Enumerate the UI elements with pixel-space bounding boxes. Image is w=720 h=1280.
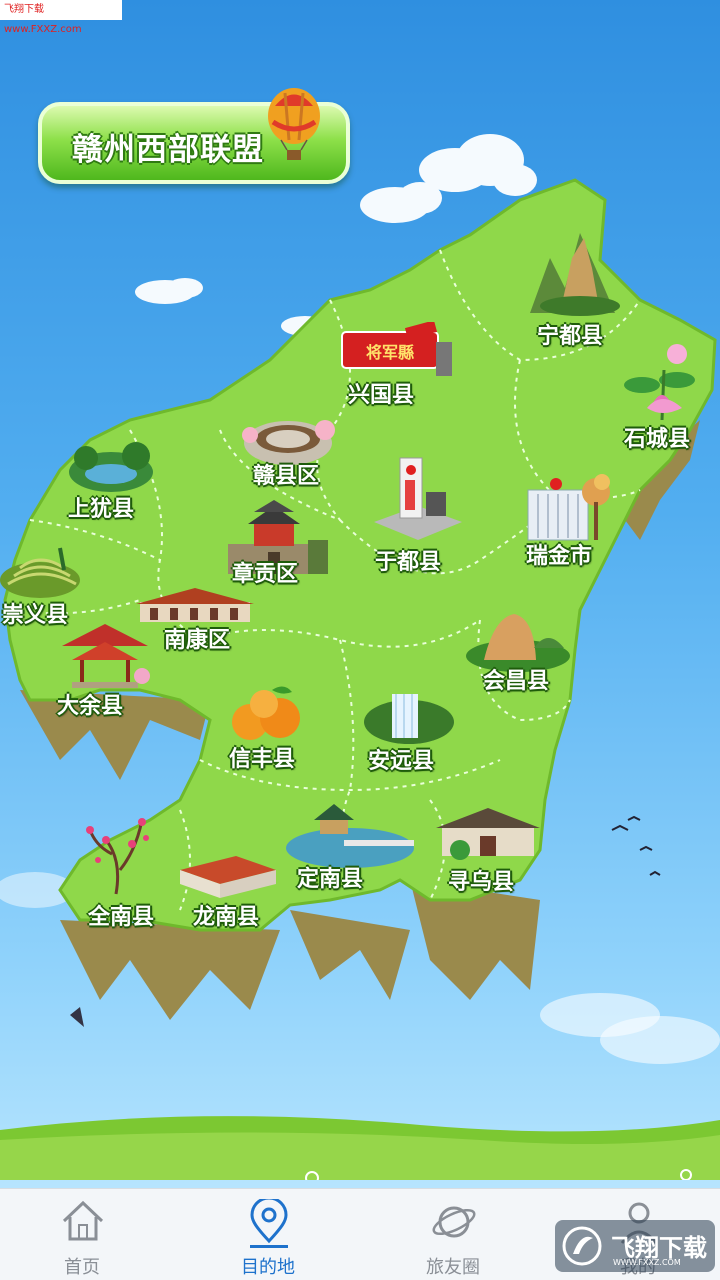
xingguo-sign-text: 将军縣 bbox=[366, 343, 414, 362]
fxxz-logo-icon bbox=[562, 1226, 602, 1266]
watermark-logo: 飞翔下载 WWW.FXXZ.COM bbox=[555, 1220, 715, 1272]
county-label-quannan[interactable]: 全南县 bbox=[88, 899, 154, 931]
tab-home[interactable]: 首页 bbox=[22, 1189, 142, 1280]
county-label-ganxian[interactable]: 赣县区 bbox=[253, 458, 319, 490]
county-label-xinfeng[interactable]: 信丰县 bbox=[229, 741, 295, 773]
ningdu-mountain-icon bbox=[530, 233, 620, 316]
page-title: 赣州西部联盟 bbox=[72, 132, 264, 168]
watermark-subtext: WWW.FXXZ.COM bbox=[613, 1258, 681, 1267]
county-label-shangyou[interactable]: 上犹县 bbox=[68, 491, 134, 523]
county-label-yudu[interactable]: 于都县 bbox=[375, 544, 441, 576]
hot-air-balloon-icon bbox=[268, 88, 320, 160]
longnan-weiwu-icon bbox=[180, 856, 276, 898]
quannan-plum-icon bbox=[86, 818, 149, 895]
xingguo-general-sign-icon: 将军縣 bbox=[341, 322, 452, 376]
shicheng-lotus-icon bbox=[624, 344, 695, 421]
shangyou-lake-icon bbox=[69, 442, 153, 492]
county-label-dingnan[interactable]: 定南县 bbox=[297, 861, 363, 893]
xunwu-house-icon bbox=[436, 808, 540, 860]
tab-destination-label: 目的地 bbox=[241, 1257, 295, 1278]
county-label-dayu[interactable]: 大余县 bbox=[57, 688, 123, 720]
county-label-ningdu[interactable]: 宁都县 bbox=[537, 318, 603, 350]
county-label-anyuan[interactable]: 安远县 bbox=[368, 743, 434, 775]
dayu-pavilion-icon bbox=[62, 624, 150, 688]
tab-traveler-circle[interactable]: 旅友圈 bbox=[393, 1189, 513, 1280]
planet-icon bbox=[432, 1206, 476, 1238]
xinfeng-orange-icon bbox=[232, 686, 300, 740]
county-label-chongyi[interactable]: 崇义县 bbox=[2, 597, 68, 629]
nankang-building-icon bbox=[136, 588, 254, 622]
tab-traveler-circle-label: 旅友圈 bbox=[426, 1257, 480, 1278]
county-label-xunwu[interactable]: 寻乌县 bbox=[448, 864, 514, 896]
ruijin-building-icon bbox=[527, 474, 610, 541]
county-label-zhanggong[interactable]: 章贡区 bbox=[232, 556, 298, 588]
county-label-nankang[interactable]: 南康区 bbox=[164, 622, 230, 654]
home-icon bbox=[62, 1200, 104, 1241]
yudu-monument-icon bbox=[374, 457, 462, 540]
anyuan-waterfall-icon bbox=[364, 694, 454, 744]
dingnan-lake-icon bbox=[286, 804, 414, 868]
location-pin-icon bbox=[250, 1199, 288, 1248]
tab-home-label: 首页 bbox=[64, 1257, 100, 1278]
county-label-xingguo[interactable]: 兴国县 bbox=[348, 377, 414, 409]
county-label-ruijin[interactable]: 瑞金市 bbox=[526, 538, 592, 570]
chongyi-terrace-icon bbox=[0, 547, 80, 598]
county-label-shicheng[interactable]: 石城县 bbox=[624, 421, 690, 453]
county-label-longnan[interactable]: 龙南县 bbox=[193, 899, 259, 931]
tab-destination[interactable]: 目的地 bbox=[208, 1189, 328, 1280]
county-label-huichang[interactable]: 会昌县 bbox=[483, 663, 549, 695]
